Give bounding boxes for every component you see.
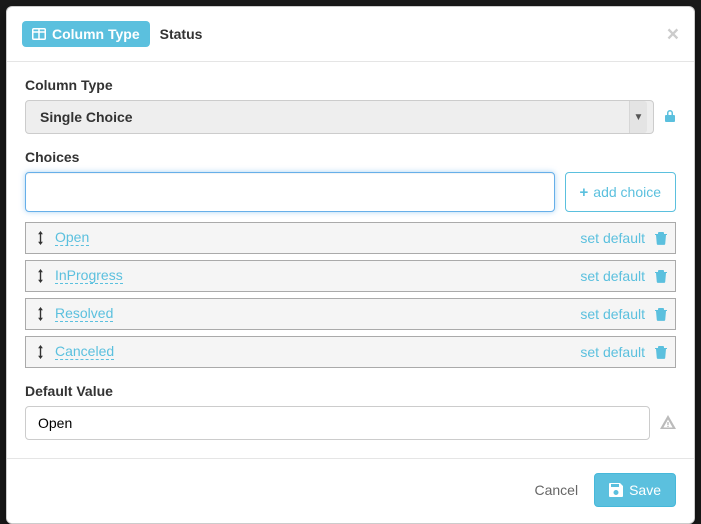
trash-icon[interactable] (655, 346, 667, 359)
column-type-chip: Column Type (22, 21, 150, 47)
column-type-label: Column Type (25, 77, 676, 93)
choice-list: Openset defaultInProgressset defaultReso… (25, 222, 676, 368)
chip-label: Column Type (52, 26, 140, 42)
drag-handle-icon[interactable] (36, 307, 45, 321)
modal-footer: Cancel Save (7, 459, 694, 523)
modal-header: Column Type Status × (7, 7, 694, 62)
choice-name[interactable]: InProgress (55, 268, 123, 284)
warning-icon (660, 415, 676, 432)
choice-name[interactable]: Open (55, 230, 89, 246)
column-type-select[interactable]: Single Choice ▼ (25, 100, 654, 134)
trash-icon[interactable] (655, 232, 667, 245)
set-default-button[interactable]: set default (580, 306, 645, 322)
column-type-value: Single Choice (40, 109, 133, 125)
choice-item: Canceled set default (25, 336, 676, 368)
save-icon (609, 483, 623, 497)
new-choice-input[interactable] (25, 172, 555, 212)
lock-icon[interactable] (664, 109, 676, 126)
cancel-button[interactable]: Cancel (534, 482, 578, 498)
column-type-modal: Column Type Status × Column Type Single … (6, 6, 695, 524)
plus-icon: + (580, 185, 589, 200)
add-choice-label: add choice (593, 184, 661, 200)
choices-label: Choices (25, 149, 676, 165)
drag-handle-icon[interactable] (36, 269, 45, 283)
drag-handle-icon[interactable] (36, 345, 45, 359)
choice-name[interactable]: Resolved (55, 306, 113, 322)
save-label: Save (629, 482, 661, 498)
add-choice-button[interactable]: + add choice (565, 172, 676, 212)
column-name: Status (160, 26, 203, 42)
set-default-button[interactable]: set default (580, 344, 645, 360)
choice-item: InProgress set default (25, 260, 676, 292)
default-value-input[interactable] (25, 406, 650, 440)
set-default-button[interactable]: set default (580, 230, 645, 246)
save-button[interactable]: Save (594, 473, 676, 507)
drag-handle-icon[interactable] (36, 231, 45, 245)
trash-icon[interactable] (655, 270, 667, 283)
choice-item: Open set default (25, 222, 676, 254)
columns-icon (32, 28, 46, 40)
trash-icon[interactable] (655, 308, 667, 321)
default-value-label: Default Value (25, 383, 676, 399)
close-icon[interactable]: × (667, 24, 679, 45)
modal-body: Column Type Single Choice ▼ Choices + ad… (7, 62, 694, 459)
choice-item: Resolved set default (25, 298, 676, 330)
chevron-down-icon: ▼ (629, 101, 647, 133)
choice-name[interactable]: Canceled (55, 344, 114, 360)
set-default-button[interactable]: set default (580, 268, 645, 284)
